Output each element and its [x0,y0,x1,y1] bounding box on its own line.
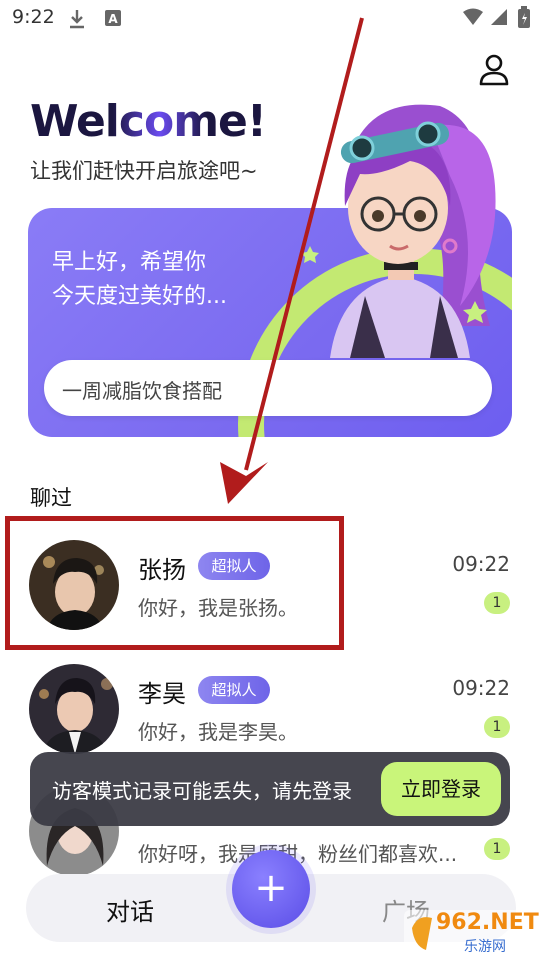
welcome-title: Welcome! [30,96,267,147]
wifi-icon [462,8,484,30]
status-time: 9:22 [12,6,55,28]
greeting-line-1: 早上好，希望你 [52,250,207,275]
add-button[interactable]: + [232,850,310,928]
status-bar: 9:22 A [0,0,540,36]
battery-icon [518,6,530,32]
chat-time: 09:22 [452,552,510,576]
plus-icon: + [254,865,288,911]
guest-mode-toast: 访客模式记录可能丢失，请先登录 立即登录 [30,752,510,826]
character-illustration [290,96,510,358]
unread-badge: 1 [484,838,510,860]
tab-chat[interactable]: 对话 [106,892,154,927]
chat-message: 你好，我是李昊。 [138,720,298,744]
signal-icon [490,8,508,30]
avatar [29,664,119,754]
chats-section-title: 聊过 [30,486,72,510]
welcome-subtitle: 让我们赶快开启旅途吧~ [30,159,258,183]
chat-name: 李昊 [138,680,186,708]
hero-greeting: 早上好，希望你 今天度过美好的... [52,246,272,314]
role-badge: 超拟人 [198,676,270,704]
login-button[interactable]: 立即登录 [381,762,501,816]
prompt-input[interactable]: 一周减脂饮食搭配 [44,360,492,416]
chat-row[interactable]: 李昊 超拟人 你好，我是李昊。 09:22 1 [0,640,540,758]
download-icon [68,9,86,33]
profile-icon[interactable] [476,52,512,88]
unread-badge: 1 [484,592,510,614]
prompt-text: 一周减脂饮食搭配 [62,379,222,403]
font-app-icon: A [104,9,122,31]
svg-text:A: A [108,12,118,26]
unread-badge: 1 [484,716,510,738]
chat-time: 09:22 [452,676,510,700]
site-watermark: 962.NET 乐游网 [404,910,539,958]
toast-text: 访客模式记录可能丢失，请先登录 [52,779,352,803]
greeting-line-2: 今天度过美好的... [52,284,227,309]
highlight-box [5,516,344,650]
watermark-subtext: 乐游网 [464,939,506,955]
watermark-text: 962.NET [436,910,539,935]
